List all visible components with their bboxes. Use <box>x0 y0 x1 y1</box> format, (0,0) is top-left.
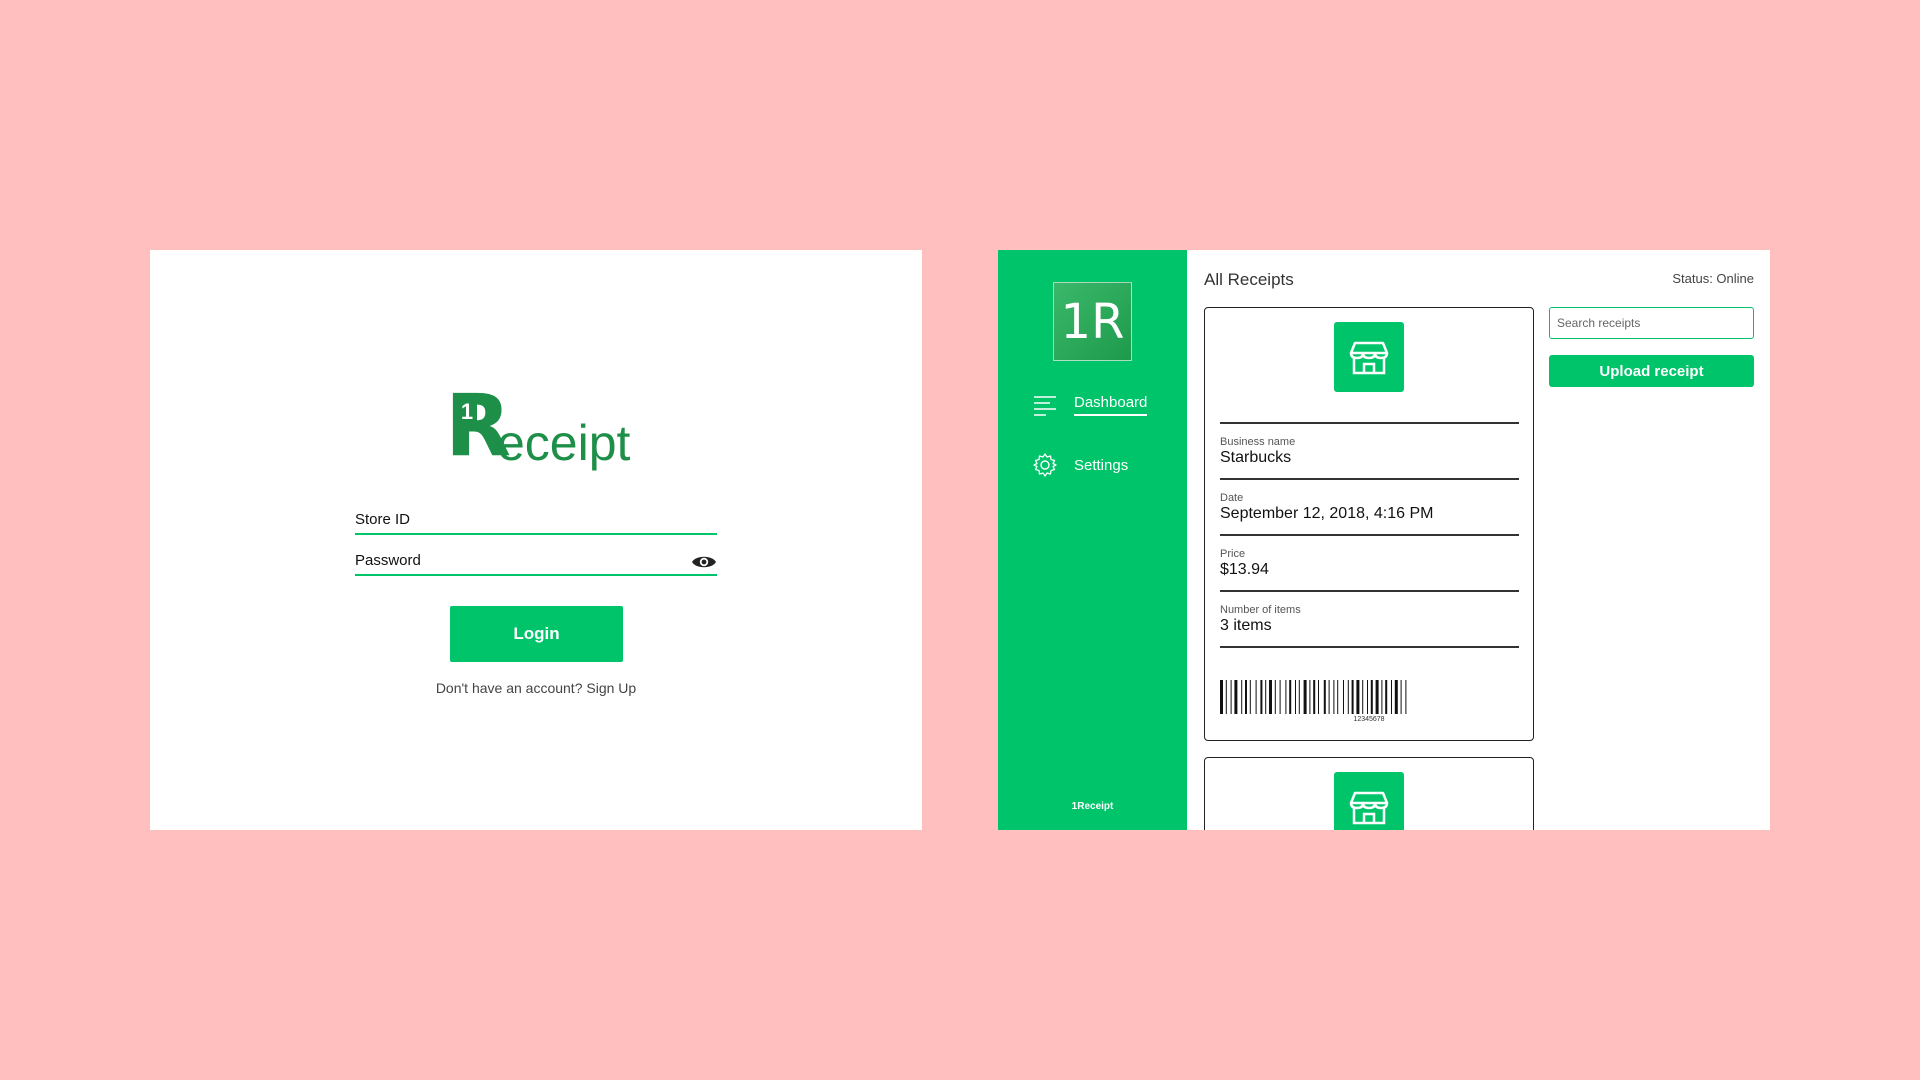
receipt-logo: R 1 eceipt <box>445 381 630 475</box>
gear-icon <box>1033 453 1057 477</box>
store-id-label: Store ID <box>355 511 411 528</box>
business-row: Business name Starbucks <box>1220 422 1519 467</box>
logo-number: 1 <box>457 399 477 425</box>
items-value: 3 items <box>1220 617 1272 634</box>
upload-receipt-button[interactable]: Upload receipt <box>1549 355 1754 387</box>
business-value: Starbucks <box>1220 449 1292 466</box>
sidebar-item-settings[interactable]: Settings <box>1032 450 1128 480</box>
store-icon <box>1349 341 1389 375</box>
sidebar-logo: 1R <box>1053 282 1132 361</box>
price-value: $13.94 <box>1220 561 1269 578</box>
business-label: Business name <box>1220 436 1296 448</box>
date-label: Date <box>1220 492 1244 504</box>
eye-icon[interactable] <box>691 554 717 570</box>
login-panel: R 1 eceipt Store ID Password Login Don't… <box>150 250 922 830</box>
logo-text: eceipt <box>497 415 631 471</box>
date-row: Date September 12, 2018, 4:16 PM <box>1220 478 1519 523</box>
sidebar: 1R Dashboard Settings 1Receipt <box>998 250 1187 830</box>
sidebar-item-dashboard[interactable]: Dashboard <box>1032 390 1148 420</box>
sidebar-item-label: Settings <box>1074 456 1129 474</box>
page-title: All Receipts <box>1204 270 1294 289</box>
login-button[interactable]: Login <box>450 606 623 662</box>
dashboard-panel: 1R Dashboard Settings 1Receipt All Recei… <box>998 250 1770 830</box>
menu-lines-icon <box>1034 396 1056 416</box>
password-label: Password <box>355 552 421 569</box>
sidebar-footer: 1Receipt <box>1071 801 1114 812</box>
search-input[interactable] <box>1549 307 1754 339</box>
price-row: Price $13.94 <box>1220 534 1519 579</box>
password-field[interactable]: Password <box>355 546 717 576</box>
date-value: September 12, 2018, 4:16 PM <box>1220 505 1434 522</box>
store-icon-tile <box>1334 772 1404 830</box>
items-row: Number of items 3 items <box>1220 590 1519 635</box>
barcode-number: 12345678 <box>1353 716 1385 723</box>
receipt-card[interactable] <box>1204 757 1534 830</box>
price-label: Price <box>1220 548 1246 560</box>
store-icon <box>1349 791 1389 825</box>
store-id-field[interactable]: Store ID <box>355 505 717 535</box>
signup-link[interactable]: Don't have an account? Sign Up <box>150 680 922 696</box>
sidebar-item-label: Dashboard <box>1074 394 1148 416</box>
items-label: Number of items <box>1220 604 1301 616</box>
barcode-icon <box>1220 680 1407 714</box>
status-text: Status: Online <box>1672 271 1754 286</box>
store-icon-tile <box>1334 322 1404 392</box>
receipt-card[interactable]: Business name Starbucks Date September 1… <box>1204 307 1534 741</box>
card-divider <box>1220 646 1519 648</box>
